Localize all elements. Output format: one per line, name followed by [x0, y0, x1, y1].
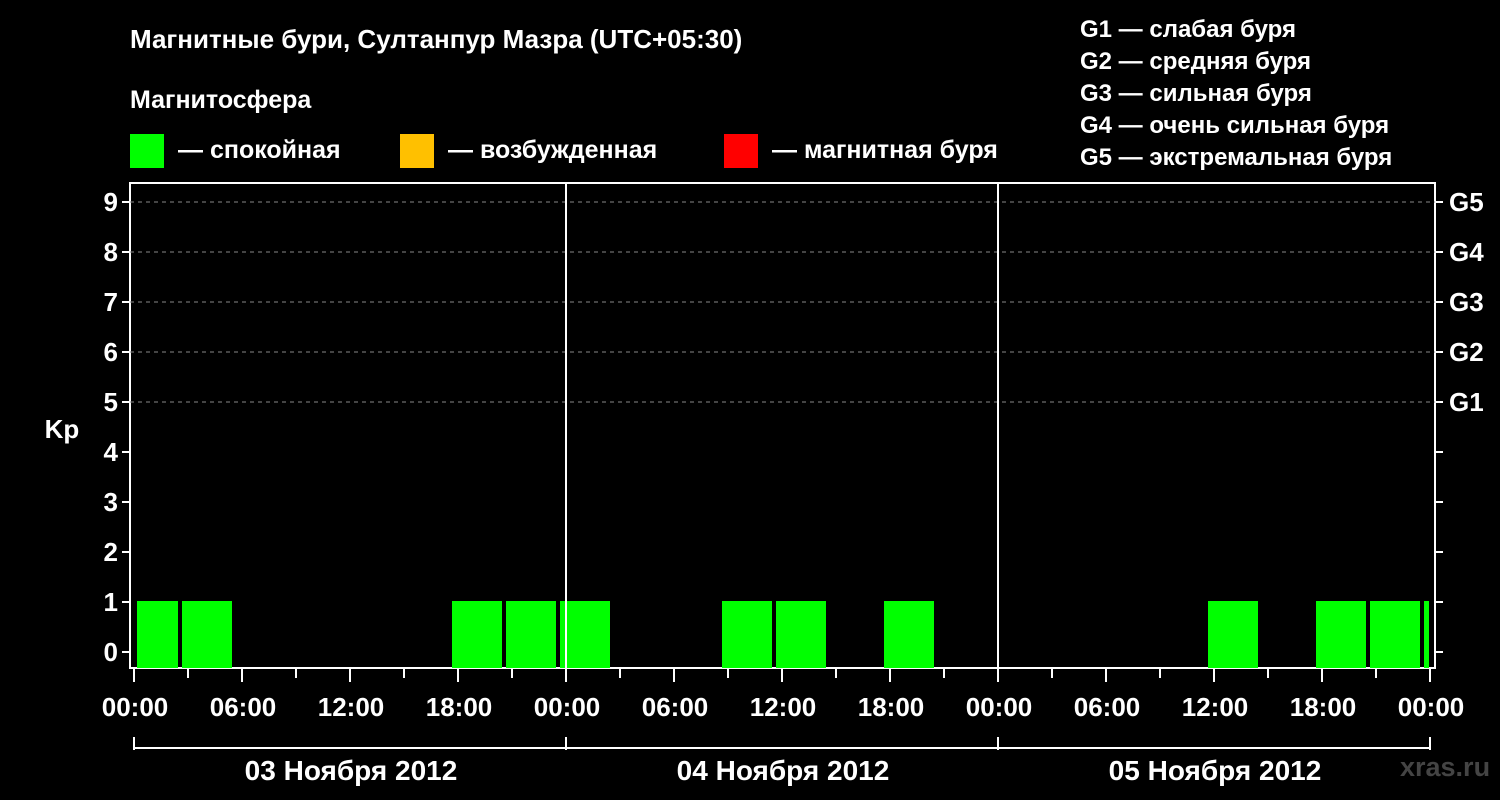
y-tick-label: 1	[104, 587, 118, 617]
kp-bar	[137, 601, 178, 668]
kp-bar	[884, 601, 934, 668]
y-tick-label: 8	[104, 237, 118, 267]
g-tick-label: G2	[1449, 337, 1484, 367]
y-tick-label: 9	[104, 187, 118, 217]
day-label: 05 Ноября 2012	[1109, 755, 1322, 786]
kp-chart: 0 1 2 3 4 5 6 7 8 9 G1 G2 G3 G4 G5 Kp 00:00 06:00 12:00 18:…	[45, 182, 1484, 786]
kp-bar	[776, 601, 826, 668]
kp-bar	[722, 601, 772, 668]
y-tick-label: 6	[104, 337, 118, 367]
y-tick-label: 0	[104, 637, 118, 667]
kp-bar	[1370, 601, 1420, 668]
x-tick-label: 12:00	[1182, 692, 1249, 722]
y-tick-label: 7	[104, 287, 118, 317]
y-tick-label: 2	[104, 537, 118, 567]
x-tick-label: 12:00	[318, 692, 385, 722]
y-tick-label: 3	[104, 487, 118, 517]
day-label: 03 Ноября 2012	[245, 755, 458, 786]
kp-bar	[506, 601, 556, 668]
x-tick-label: 06:00	[1074, 692, 1141, 722]
g-tick-label: G5	[1449, 187, 1484, 217]
kp-bar	[1208, 601, 1258, 668]
kp-bar	[182, 601, 232, 668]
y-tick-label: 4	[104, 437, 119, 467]
x-tick-label: 06:00	[210, 692, 277, 722]
day-label: 04 Ноября 2012	[677, 755, 890, 786]
x-tick-label: 18:00	[858, 692, 925, 722]
x-tick-label: 18:00	[426, 692, 493, 722]
g-tick-label: G4	[1449, 237, 1484, 267]
kp-bar	[1316, 601, 1366, 668]
kp-bar	[560, 601, 610, 668]
x-tick-label: 00:00	[1398, 692, 1465, 722]
x-tick-label: 00:00	[102, 692, 169, 722]
watermark: xras.ru	[1400, 752, 1491, 782]
y-tick-label: 5	[104, 387, 118, 417]
x-tick-label: 06:00	[642, 692, 709, 722]
g-tick-label: G1	[1449, 387, 1484, 417]
x-tick-label: 00:00	[534, 692, 601, 722]
kp-bar	[1424, 601, 1429, 668]
x-tick-label: 12:00	[750, 692, 817, 722]
g-tick-label: G3	[1449, 287, 1484, 317]
x-tick-label: 18:00	[1290, 692, 1357, 722]
x-tick-label: 00:00	[966, 692, 1033, 722]
plot-frame	[129, 182, 1436, 669]
y-axis-label: Kp	[45, 414, 80, 444]
kp-bar	[452, 601, 502, 668]
